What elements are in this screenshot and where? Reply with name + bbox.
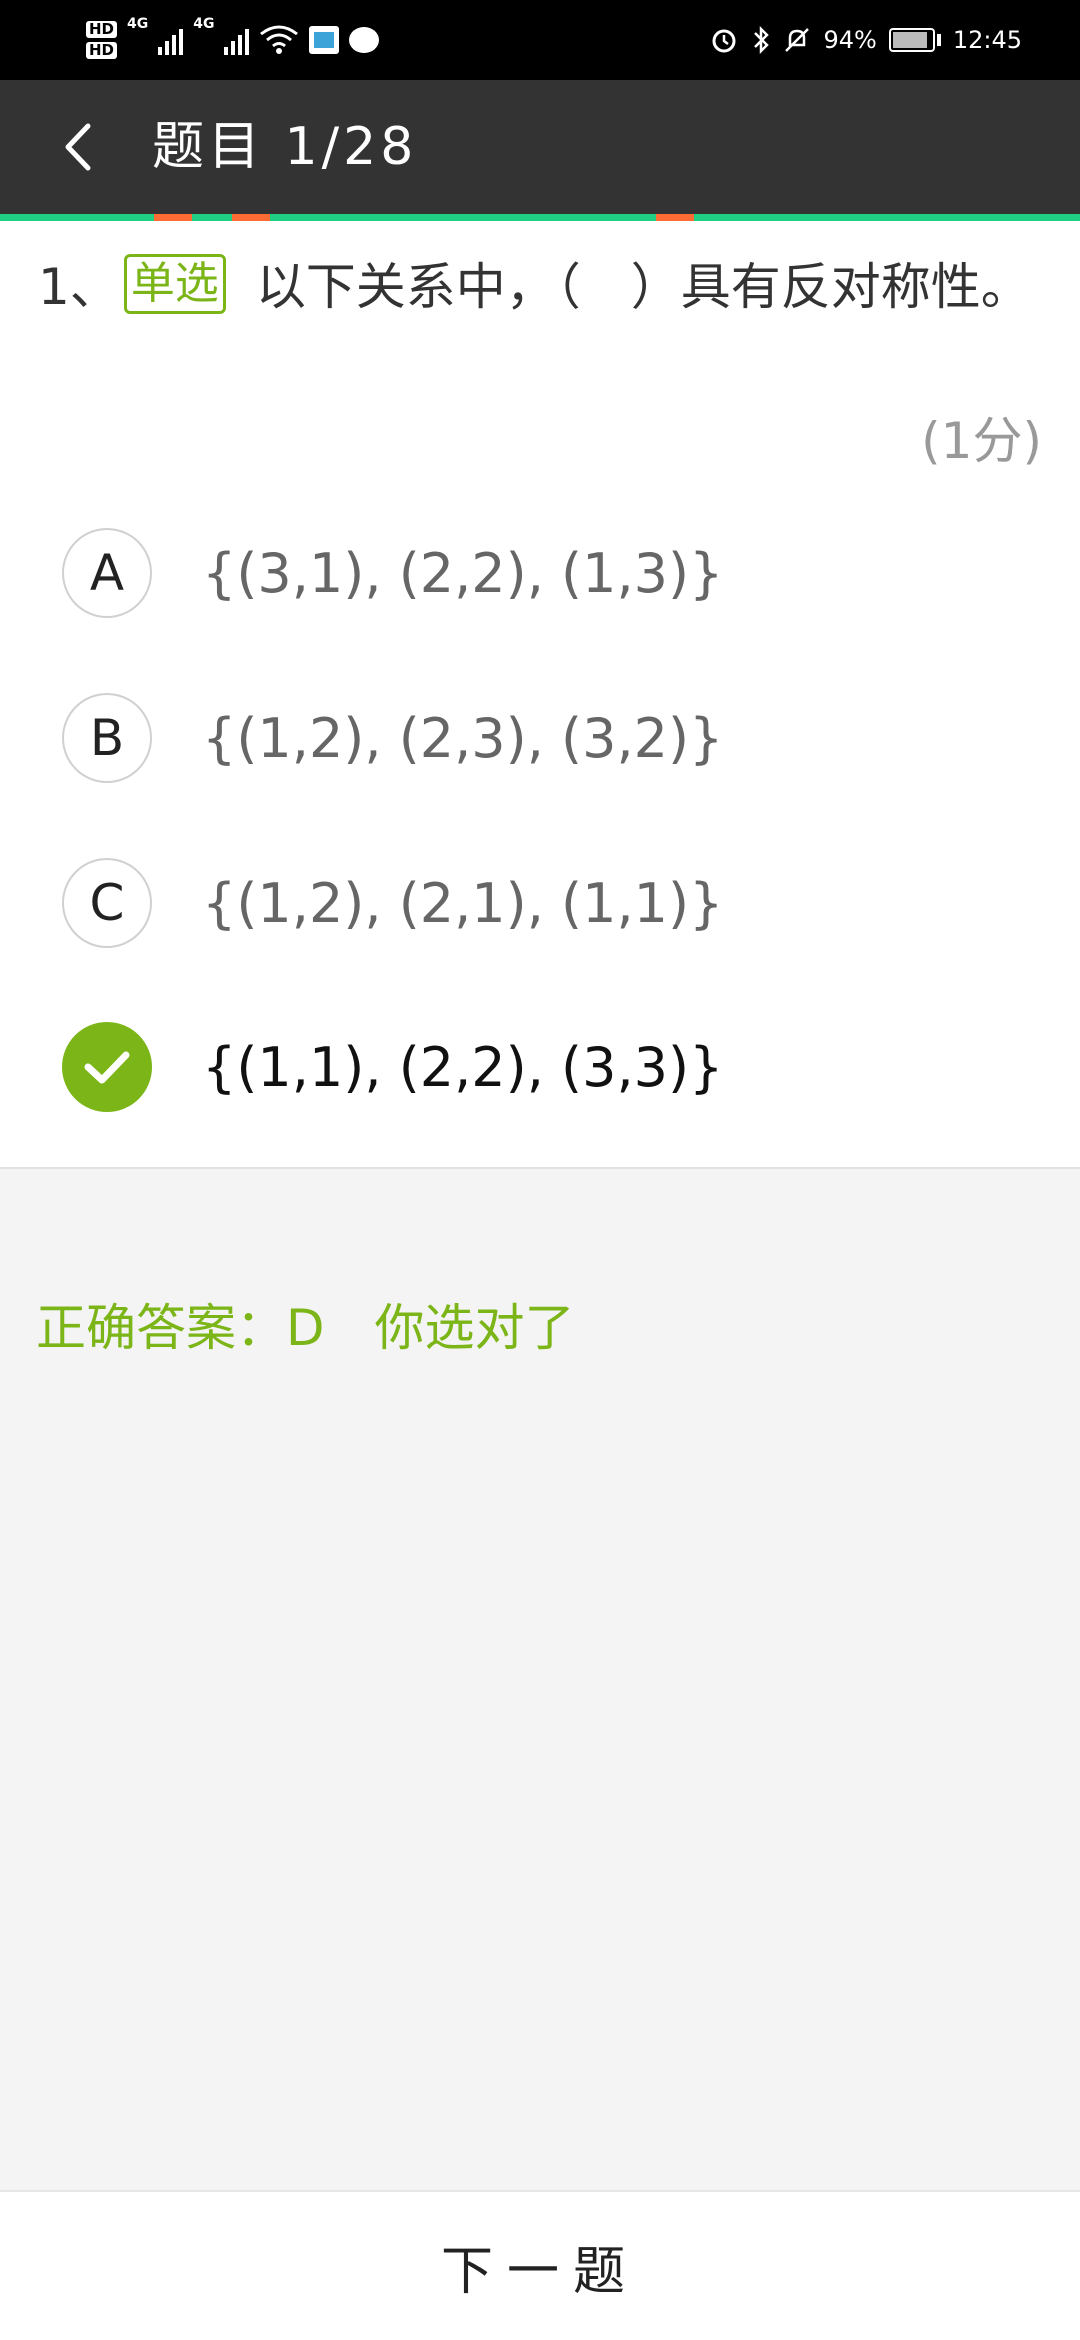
hd1-badge: HD [86,21,118,38]
battery-percent: 94% [823,26,877,54]
option-d[interactable]: {(1,1), (2,2), (3,3)} [0,997,1080,1137]
option-a-circle[interactable]: A [62,528,152,618]
question-score: (1分) [921,412,1042,470]
option-b-circle[interactable]: B [62,693,152,783]
bottom-bar: 下一题 [0,2190,1080,2340]
answer-feedback: 正确答案：D 你选对了 [36,1299,575,1357]
signal-1-icon [158,25,184,55]
option-b[interactable]: B {(1,2), (2,3), (3,2)} [0,668,1080,808]
network-type-1: 4G [127,16,149,32]
progress-bar [0,214,1080,221]
option-c-text[interactable]: {(1,2), (2,1), (1,1)} [202,872,723,935]
status-bar: HD HD 4G 4G 94% 12:45 [0,0,1080,80]
progress-marker [232,214,270,221]
option-a-text[interactable]: {(3,1), (2,2), (1,3)} [202,542,723,605]
option-b-text[interactable]: {(1,2), (2,3), (3,2)} [202,707,723,770]
question-text-block: 1、 单选 以下关系中，（ ）具有反对称性。 [38,251,1048,323]
signal-2-icon [224,25,250,55]
alarm-icon [712,29,736,53]
battery-icon [888,28,935,52]
mute-bell-icon [785,28,810,52]
next-question-button[interactable]: 下一题 [441,2229,639,2304]
back-chevron-icon[interactable] [46,112,116,182]
option-c-circle[interactable]: C [62,858,152,948]
option-d-check-circle[interactable] [62,1022,152,1112]
check-icon [84,1051,130,1084]
network-type-2: 4G [193,16,215,32]
progress-marker [154,214,192,221]
option-a[interactable]: A {(3,1), (2,2), (1,3)} [0,503,1080,643]
hd2-badge: HD [86,42,118,59]
question-card: 1、 单选 以下关系中，（ ）具有反对称性。 (1分) A {(3,1), (2,2… [0,221,1080,1169]
question-stem: 以下关系中，（ ）具有反对称性。 [255,258,1031,316]
page-title: 题目 1/28 [152,117,418,177]
status-left: HD HD 4G 4G [86,12,380,68]
question-number: 1、 [38,258,120,316]
wifi-icon [260,25,299,54]
progress-marker [656,214,694,221]
status-right: 94% 12:45 [709,12,1022,68]
clock: 12:45 [952,26,1022,54]
message-icon [349,27,380,53]
app-header: 题目 1/28 [0,80,1080,214]
question-type-tag: 单选 [123,254,226,314]
option-c[interactable]: C {(1,2), (2,1), (1,1)} [0,833,1080,973]
option-d-text[interactable]: {(1,1), (2,2), (3,3)} [202,1036,723,1099]
battery-cap [936,34,941,46]
bluetooth-icon [754,25,770,55]
hd-indicators: HD HD [86,21,118,59]
app-notification-icon [309,26,340,54]
